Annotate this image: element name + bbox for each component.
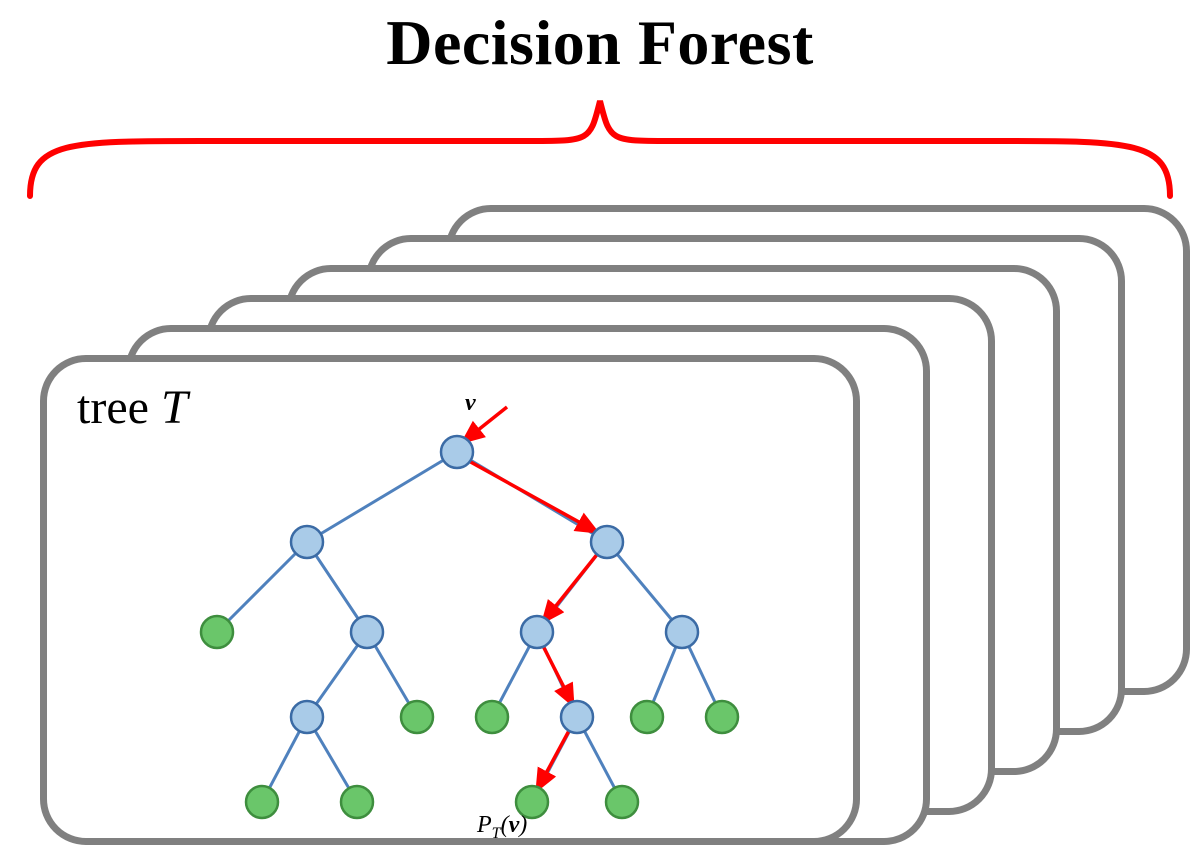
pt-close: ) [519,812,527,838]
path-arrow [543,552,599,622]
leaf-node [631,701,663,733]
path-arrow [541,642,573,705]
leaf-node [606,786,638,818]
tree-card-1: tree T v PT(v) [40,355,860,845]
brace-icon [0,86,1200,206]
leaf-node [341,786,373,818]
pt-v: v [509,812,520,838]
internal-node [591,526,623,558]
path-arrow [463,407,507,442]
decision-tree-diagram [107,402,807,842]
leaf-node [706,701,738,733]
tree-edge [307,452,457,542]
internal-node [291,526,323,558]
leaf-node [476,701,508,733]
internal-node [351,616,383,648]
internal-node [666,616,698,648]
internal-node [441,436,473,468]
tree-edge [607,542,682,632]
leaf-node [201,616,233,648]
internal-node [561,701,593,733]
path-arrow [537,727,571,790]
leaf-node [401,701,433,733]
output-probability-label: PT(v) [477,812,527,843]
diagram-title: Decision Forest [0,6,1200,80]
pt-sub: T [492,825,501,842]
internal-node [521,616,553,648]
pt-open: ( [501,812,509,838]
path-arrow [467,460,597,532]
leaf-node [246,786,278,818]
internal-node [291,701,323,733]
tree-edge [217,542,307,632]
pt-P: P [477,812,492,838]
